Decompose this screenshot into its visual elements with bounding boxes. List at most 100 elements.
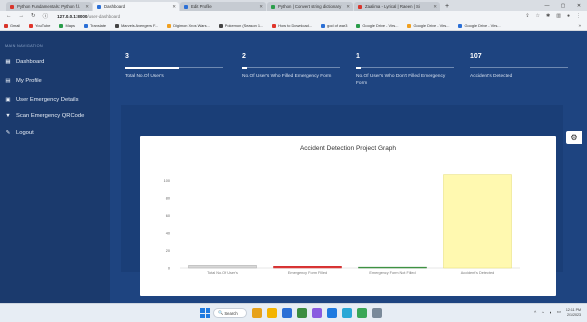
stat-progress-track (470, 67, 568, 68)
url-field[interactable]: 127.0.0.1:8000/user-dashboard (57, 14, 120, 19)
bookmark-label: Digimon Xros Wars... (173, 23, 210, 28)
bookmark-item[interactable]: Translate (83, 23, 107, 28)
sidebar-item-label: Logout (16, 130, 34, 136)
new-tab-button[interactable]: + (445, 2, 449, 11)
tab-close-icon[interactable]: ✕ (346, 4, 350, 10)
sidebar-item-user-emergency-details[interactable]: ▣ User Emergency Details (0, 96, 78, 104)
bookmark-item[interactable]: YouTube (29, 23, 50, 28)
bookmark-item[interactable]: Maps (59, 23, 75, 28)
tab-label: Python | Convert string dictionary (278, 4, 342, 9)
settings-gear-icon[interactable]: ⚙ (566, 131, 582, 144)
taskbar: 🔍 Search ^ ◔ ◖ ▭ 12:11 PM 2/1/2023 (0, 303, 587, 322)
y-tick-label: 40 (166, 232, 170, 236)
sidebar-item-icon: ▦ (5, 59, 11, 65)
sidebar-item-label: Dashboard (16, 59, 45, 65)
tab-close-icon[interactable]: ✕ (85, 4, 89, 10)
x-tick-label: Accident's Detected (461, 271, 494, 275)
bar (443, 174, 512, 269)
bookmark-item[interactable]: god of war3 (321, 23, 347, 28)
taskbar-app-icon[interactable] (297, 308, 307, 318)
bookmark-item[interactable]: Marvels Avengers F... (115, 23, 158, 28)
taskbar-app-icon[interactable] (357, 308, 367, 318)
taskbar-search[interactable]: 🔍 Search (213, 308, 247, 318)
y-tick-label: 60 (166, 214, 170, 218)
back-arrow-icon[interactable]: ← (6, 13, 12, 19)
bookmark-label: god of war3 (327, 23, 348, 28)
bookmark-favicon-icon (29, 23, 34, 28)
windows-start-icon[interactable] (200, 308, 210, 318)
browser-tab[interactable]: Python Fundamentals: Python f.l. ✕ (6, 2, 92, 11)
sidebar-item-label: Scan Emergency QRCode (16, 113, 85, 119)
bookmark-favicon-icon (458, 23, 463, 28)
taskbar-app-icon[interactable] (372, 308, 382, 318)
bookmark-favicon-icon (272, 23, 277, 28)
bookmark-item[interactable]: Google Drive - Virs... (458, 23, 501, 28)
browser-tab[interactable]: Edit Profile ✕ (180, 2, 266, 11)
bookmark-item[interactable]: Gmail (4, 23, 20, 28)
taskbar-app-icon[interactable] (312, 308, 322, 318)
stat-value: 1 (356, 53, 360, 60)
sidebar-item-dashboard[interactable]: ▦ Dashboard (0, 58, 44, 66)
sidebar-item-logout[interactable]: ✎ Logout (0, 129, 34, 137)
bookmarks-more-icon[interactable]: » (578, 23, 581, 28)
taskbar-app-icon[interactable] (267, 308, 277, 318)
browser-tab[interactable]: Dashboard ✕ (93, 2, 179, 11)
bookmark-item[interactable]: Pokemon (Season 1... (218, 23, 263, 28)
stat-progress-track (242, 67, 340, 68)
taskbar-clock[interactable]: 12:11 PM 2/1/2023 (566, 308, 581, 318)
bookmark-label: Google Drive - Virs... (413, 23, 450, 28)
chevron-up-icon[interactable]: ^ (534, 310, 536, 315)
sidebar: MAIN NAVIGATION ▦ Dashboard ▤ My Profile ▣ Us… (0, 31, 110, 303)
menu-icon[interactable]: ⋮ (576, 13, 581, 19)
tab-close-icon[interactable]: ✕ (433, 4, 437, 10)
sidebar-item-scan-emergency-qrcode[interactable]: ▼ Scan Emergency QRCode (0, 112, 84, 120)
maximize-window-icon[interactable]: ▢ (555, 3, 571, 9)
y-tick-label: 20 (166, 249, 170, 253)
stat-label: Total No.Of User's (125, 74, 164, 79)
taskbar-app-icon[interactable] (282, 308, 292, 318)
bookmark-item[interactable]: Google Drive - Virs... (356, 23, 398, 28)
y-tick-label: 80 (166, 197, 170, 201)
taskbar-app-icon[interactable] (252, 308, 262, 318)
battery-icon[interactable]: ▭ (557, 309, 561, 315)
bookmark-item[interactable]: Digimon Xros Wars... (167, 23, 210, 28)
chart-title: Accident Detection Project Graph (300, 145, 396, 152)
browser-tab[interactable]: Zaalima - Lyrical | Raeen | Si ✕ (354, 2, 440, 11)
site-info-icon[interactable]: ⓘ (43, 12, 49, 20)
taskbar-app-icon[interactable] (342, 308, 352, 318)
wifi-icon[interactable]: ◔ (541, 310, 544, 315)
bookmark-label: Translate (89, 23, 107, 28)
profile-icon[interactable]: ● (567, 13, 570, 19)
tab-favicon-icon (184, 4, 188, 9)
forward-arrow-icon[interactable]: → (19, 13, 25, 19)
bookmark-item[interactable]: Google Drive - Virs... (407, 23, 449, 28)
close-window-icon[interactable]: ✕ (571, 3, 587, 9)
sidebar-heading: MAIN NAVIGATION (5, 44, 43, 48)
bookmark-item[interactable]: How to Download... (272, 23, 312, 28)
bookmark-label: How to Download... (278, 23, 313, 28)
chart-card: Accident Detection Project Graph 0 20 40 60 8… (140, 136, 556, 296)
tab-favicon-icon (97, 4, 101, 9)
browser-tab[interactable]: Python | Convert string dictionary ✕ (267, 2, 353, 11)
taskbar-app-icon[interactable] (327, 308, 337, 318)
reload-icon[interactable]: ↻ (31, 13, 36, 19)
sidepanel-icon[interactable]: ▥ (556, 13, 561, 19)
minimize-window-icon[interactable]: — (539, 3, 555, 9)
tab-label: Python Fundamentals: Python f.l. (17, 4, 81, 9)
speaker-icon[interactable]: ◖ (549, 310, 552, 315)
stat-label: No.Of User's Who Don't Filled Emergency … (356, 74, 446, 86)
stat-value: 2 (242, 53, 246, 60)
tab-close-icon[interactable]: ✕ (259, 4, 263, 10)
bookmark-label: Marvels Avengers F... (121, 23, 159, 28)
bar (188, 265, 257, 269)
tab-favicon-icon (271, 4, 275, 9)
clock-date: 2/1/2023 (567, 313, 581, 317)
tab-close-icon[interactable]: ✕ (172, 4, 176, 10)
bar (273, 266, 342, 269)
share-icon[interactable]: ⇪ (525, 13, 529, 19)
bookmark-favicon-icon (218, 23, 223, 28)
star-icon[interactable]: ☆ (536, 13, 540, 19)
extensions-icon[interactable]: ✱ (546, 13, 550, 19)
bar (358, 266, 427, 269)
sidebar-item-my-profile[interactable]: ▤ My Profile (0, 77, 41, 85)
